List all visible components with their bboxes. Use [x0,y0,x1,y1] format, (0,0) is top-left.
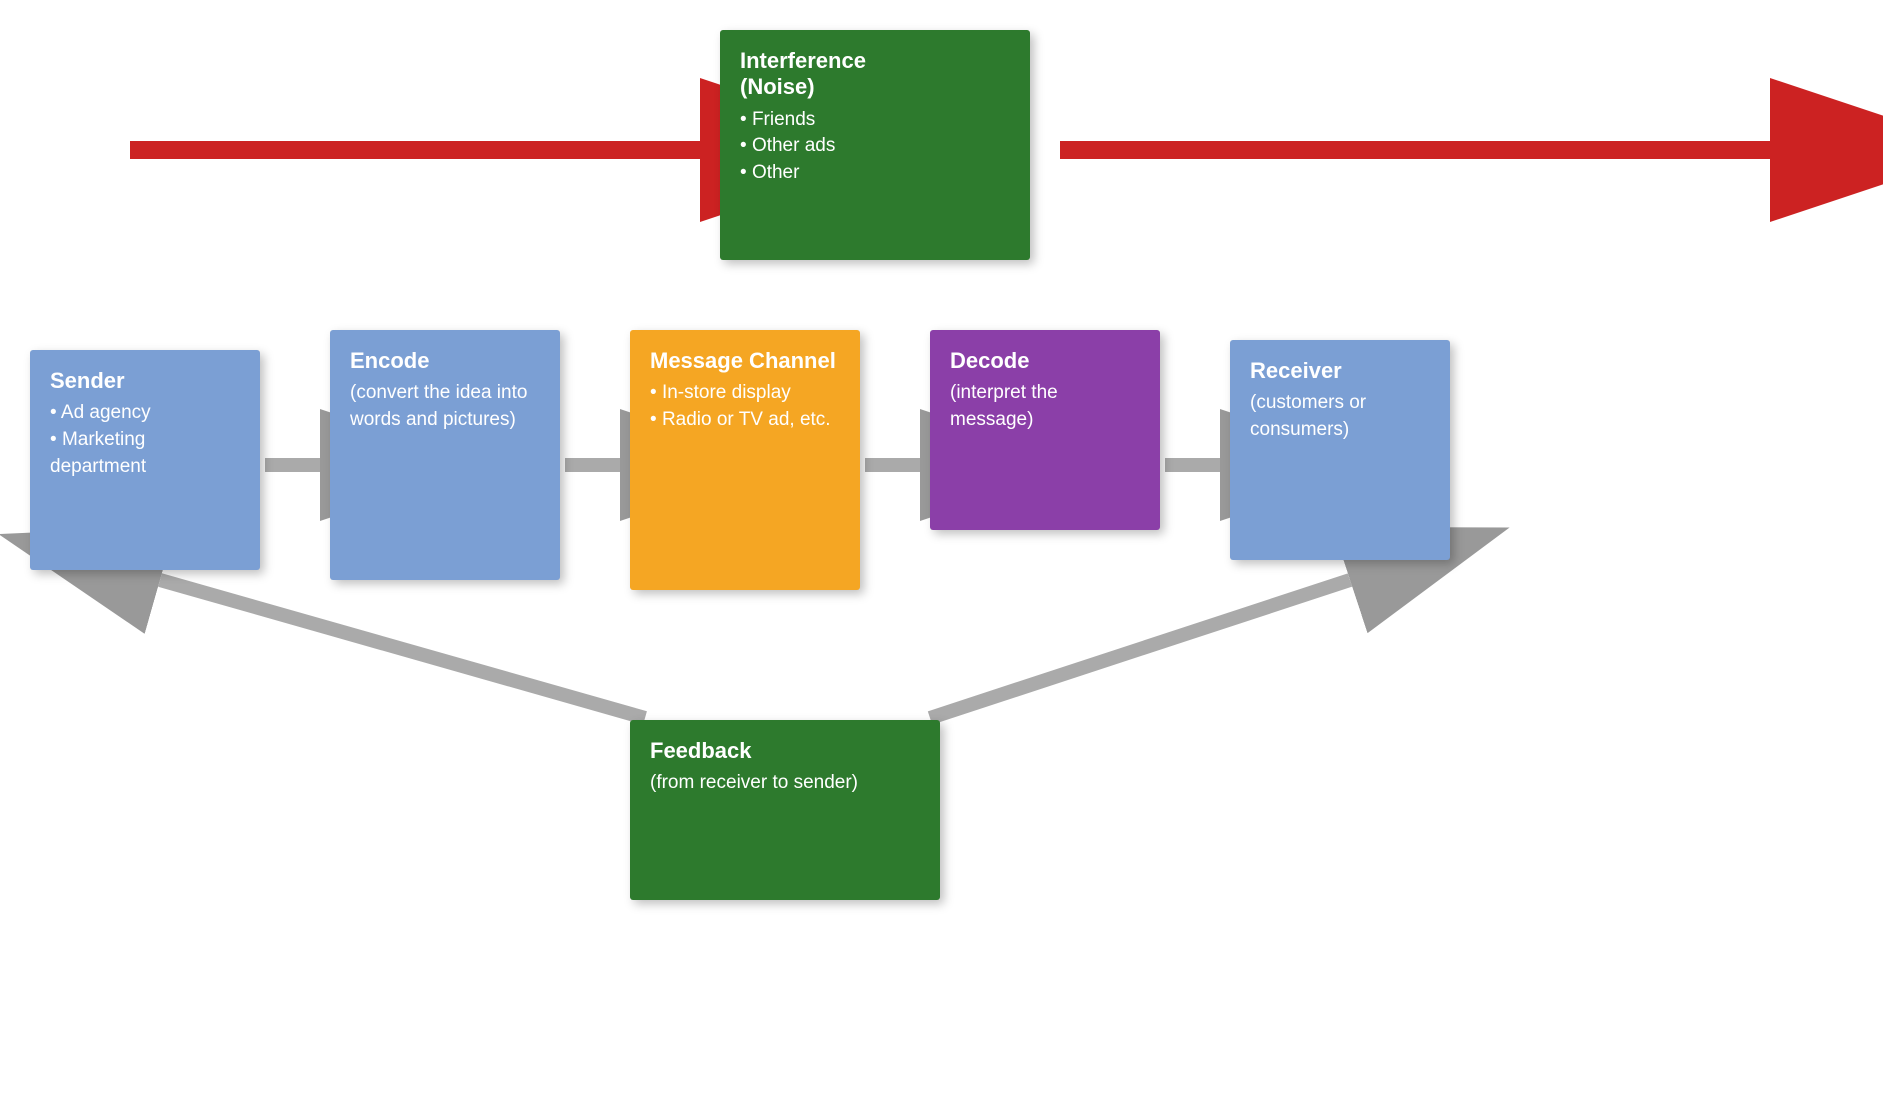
receiver-subtitle: (customers or consumers) [1250,390,1430,443]
channel-list: In-store display Radio or TV ad, etc. [650,380,840,433]
noise-title: Interference (Noise) [740,48,1010,101]
channel-title: Message Channel [650,348,840,374]
decode-title: Decode [950,348,1140,374]
sender-title: Sender [50,368,240,394]
sender-box: Sender Ad agency Marketing department [30,350,260,570]
noise-list: Friends Other ads Other [740,107,1010,187]
decode-subtitle: (interpret the message) [950,380,1140,433]
channel-body: In-store display Radio or TV ad, etc. [650,380,840,433]
arrow-feedback-sender [160,580,645,718]
receiver-box: Receiver (customers or consumers) [1230,340,1450,560]
channel-item-2: Radio or TV ad, etc. [650,407,840,434]
noise-item-1: Friends [740,107,1010,134]
receiver-title: Receiver [1250,358,1430,384]
channel-item-1: In-store display [650,380,840,407]
sender-list: Ad agency Marketing department [50,400,240,480]
noise-body: Friends Other ads Other [740,107,1010,187]
noise-box: Interference (Noise) Friends Other ads O… [720,30,1030,260]
encode-title: Encode [350,348,540,374]
noise-item-3: Other [740,160,1010,187]
feedback-subtitle: (from receiver to sender) [650,770,920,797]
sender-item-2: Marketing department [50,427,240,480]
decode-box: Decode (interpret the message) [930,330,1160,530]
diagram-container: Interference (Noise) Friends Other ads O… [0,0,1883,1113]
arrow-feedback-receiver [930,580,1350,718]
encode-subtitle: (convert the idea into words and picture… [350,380,540,433]
noise-item-2: Other ads [740,133,1010,160]
encode-box: Encode (convert the idea into words and … [330,330,560,580]
feedback-title: Feedback [650,738,920,764]
sender-item-1: Ad agency [50,400,240,427]
feedback-box: Feedback (from receiver to sender) [630,720,940,900]
channel-box: Message Channel In-store display Radio o… [630,330,860,590]
sender-body: Ad agency Marketing department [50,400,240,480]
